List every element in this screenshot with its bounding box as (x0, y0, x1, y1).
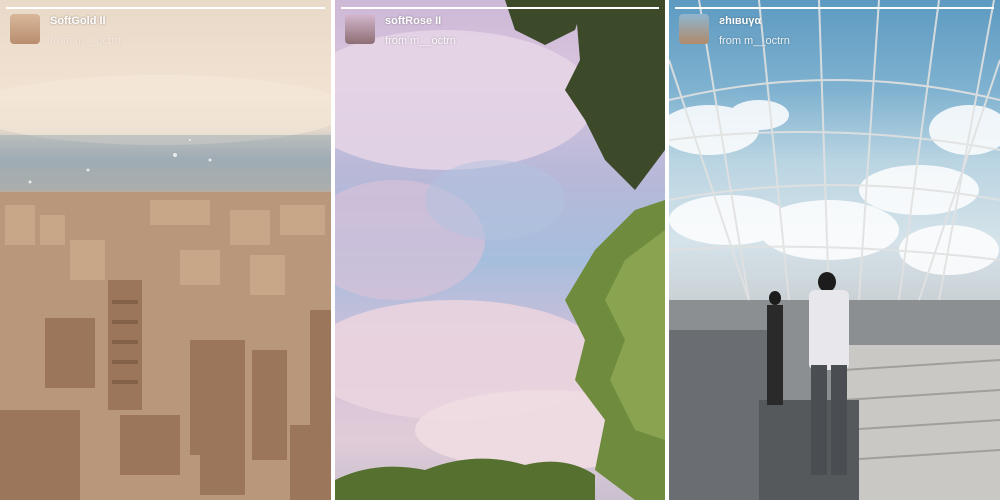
story-header: SoftGold II from m__octrn (10, 14, 121, 48)
creator-credit[interactable]: from m__octrn (50, 34, 121, 48)
filter-name[interactable]: ƨhιвuγα (719, 14, 790, 28)
story-progress-bar (6, 7, 325, 9)
story-panel-softrose[interactable]: softRose II from m__octrn (335, 0, 665, 500)
filter-name[interactable]: SoftGold II (50, 14, 121, 28)
story-progress-bar (675, 7, 994, 9)
city-skyline-image (0, 75, 331, 500)
filter-thumbnail[interactable] (679, 14, 709, 44)
story-progress-bar (341, 7, 659, 9)
story-panel-shibuya[interactable]: ƨhιвuγα from m__octrn (669, 0, 1000, 500)
pink-clouds-image (335, 0, 665, 500)
filter-name[interactable]: softRose II (385, 14, 456, 28)
rooftop-deck-image (669, 0, 1000, 500)
story-header: ƨhιвuγα from m__octrn (679, 14, 790, 48)
filter-thumbnail[interactable] (345, 14, 375, 44)
story-header: softRose II from m__octrn (345, 14, 456, 48)
filter-thumbnail[interactable] (10, 14, 40, 44)
story-filter-showcase: SoftGold II from m__octrn softRose II fr… (0, 0, 1000, 500)
creator-credit[interactable]: from m__octrn (385, 34, 456, 48)
story-panel-softgold[interactable]: SoftGold II from m__octrn (0, 0, 331, 500)
creator-credit[interactable]: from m__octrn (719, 34, 790, 48)
